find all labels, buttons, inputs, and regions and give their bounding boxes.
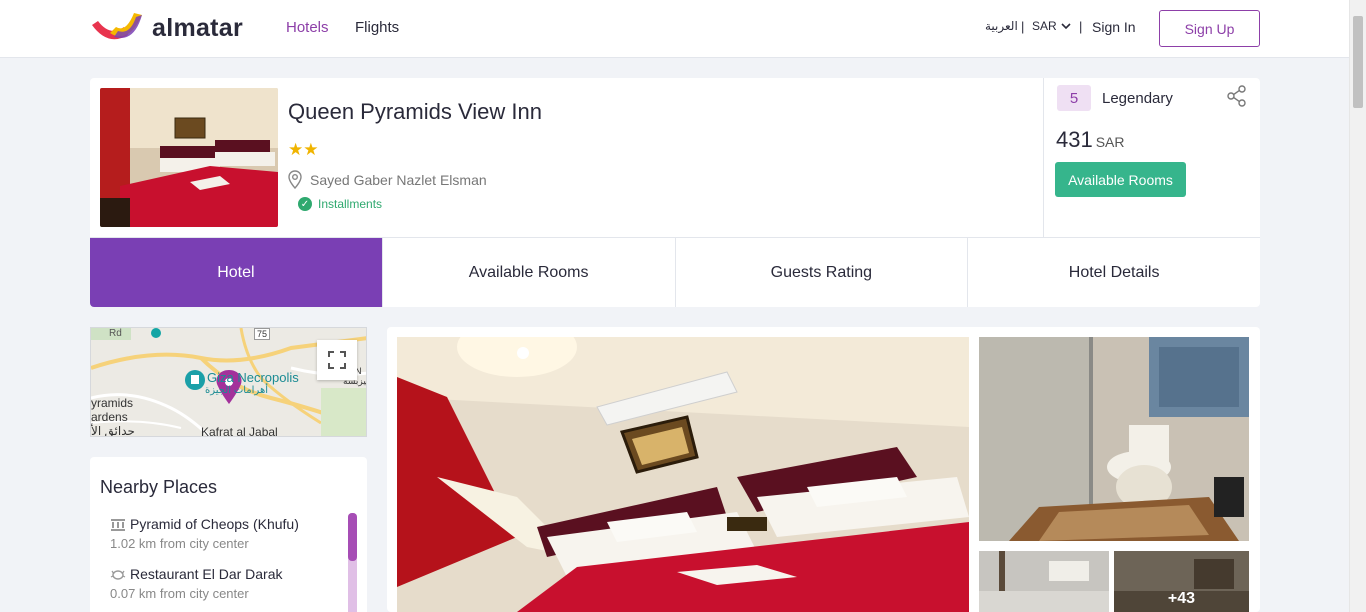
price-currency: SAR — [1095, 134, 1125, 150]
tab-available-rooms[interactable]: Available Rooms — [381, 238, 675, 307]
check-circle-icon: ✓ — [298, 197, 312, 211]
map-label-pyramids: yramids — [91, 396, 134, 410]
separator: | — [1079, 19, 1083, 34]
page-scrollbar[interactable] — [1349, 0, 1366, 612]
share-icon[interactable] — [1227, 85, 1247, 107]
star-rating: ★★ — [288, 140, 319, 159]
sign-up-button[interactable]: Sign Up — [1159, 10, 1260, 47]
hotel-room-image — [100, 88, 278, 227]
map-label-ar: حدائق الأ — [91, 424, 135, 437]
sign-in-link[interactable]: Sign In — [1092, 19, 1136, 35]
address-text: Sayed Gaber Nazlet Elsman — [310, 171, 487, 188]
currency-select[interactable]: SAR — [1032, 19, 1071, 33]
separator: | — [1021, 19, 1025, 34]
map-label-kafrat: Kafrat al Jabal — [201, 425, 278, 437]
nearby-scrollbar-thumb[interactable] — [348, 513, 357, 561]
installments-badge: ✓ Installments — [298, 197, 382, 211]
hotel-tabs: Hotel Available Rooms Guests Rating Hote… — [90, 238, 1260, 307]
tab-hotel[interactable]: Hotel — [90, 238, 382, 307]
bedroom-photo — [397, 337, 969, 612]
place-distance: 0.07 km from city center — [110, 586, 249, 601]
brand-name: almatar — [152, 13, 244, 42]
currency-label: SAR — [1032, 19, 1057, 33]
map-label-giza: Giza Necropolis — [207, 370, 299, 385]
hotel-summary-card: Queen Pyramids View Inn ★★ Sayed Gaber N… — [90, 78, 1260, 238]
installments-label: Installments — [318, 197, 383, 211]
language-switch[interactable]: العربية — [985, 19, 1018, 33]
room-photo — [979, 551, 1109, 612]
rating-label: Legendary — [1102, 90, 1173, 107]
hotel-name: Queen Pyramids View Inn — [288, 99, 542, 124]
price-display: 431 SAR — [1056, 127, 1125, 153]
map-label-route: 75 — [254, 328, 271, 340]
hotel-thumbnail[interactable] — [100, 88, 278, 227]
map-label-gardens: ardens — [91, 410, 128, 424]
nearby-scrollbar[interactable] — [348, 513, 357, 612]
more-photos-count: +43 — [1114, 551, 1249, 612]
almatar-logo[interactable]: almatar — [90, 13, 243, 43]
available-rooms-button[interactable]: Available Rooms — [1055, 162, 1186, 197]
gallery-more-photos[interactable]: +43 — [1114, 551, 1249, 612]
location-pin-icon — [288, 170, 302, 189]
gallery-photo[interactable] — [979, 551, 1109, 612]
price-amount: 431 — [1056, 127, 1093, 152]
place-name: Pyramid of Cheops (Khufu) — [130, 516, 299, 532]
rating-score-badge: 5 — [1057, 85, 1091, 111]
restaurant-icon — [110, 570, 126, 580]
map-label-giza-ar: أهرامات الجيزة — [205, 385, 268, 396]
bathroom-photo — [979, 337, 1249, 541]
map-fullscreen-button[interactable] — [317, 340, 357, 380]
price-panel: 5 Legendary 431 SAR Available Rooms — [1043, 78, 1260, 238]
chevron-down-icon — [1061, 22, 1071, 29]
nav-hotels[interactable]: Hotels — [286, 19, 329, 36]
photo-gallery: +43 — [387, 327, 1260, 612]
map-label-road: Rd — [109, 328, 122, 339]
tab-hotel-details[interactable]: Hotel Details — [967, 238, 1260, 307]
nav-flights[interactable]: Flights — [355, 19, 399, 36]
hotel-address: Sayed Gaber Nazlet Elsman — [288, 170, 487, 189]
nearby-places-panel: Nearby Places Pyramid of Cheops (Khufu) … — [90, 457, 367, 612]
list-item[interactable]: Pyramid of Cheops (Khufu) 1.02 km from c… — [110, 516, 299, 551]
list-item[interactable]: Restaurant El Dar Darak 0.07 km from cit… — [110, 566, 283, 601]
place-distance: 1.02 km from city center — [110, 536, 249, 551]
landmark-icon — [111, 519, 125, 531]
scrollbar-thumb[interactable] — [1353, 16, 1363, 108]
nearby-places-title: Nearby Places — [100, 477, 218, 497]
fullscreen-icon — [328, 351, 346, 369]
place-name: Restaurant El Dar Darak — [130, 566, 283, 582]
almatar-logo-icon — [92, 13, 142, 40]
gallery-main-photo[interactable] — [397, 337, 969, 612]
gallery-photo[interactable] — [979, 337, 1249, 541]
hotel-map[interactable]: Rd 75 Giza Necropolis أهرامات الجيزة yra… — [90, 327, 367, 437]
top-header: almatar Hotels Flights العربية | SAR | S… — [0, 0, 1349, 58]
tab-guests-rating[interactable]: Guests Rating — [674, 238, 968, 307]
